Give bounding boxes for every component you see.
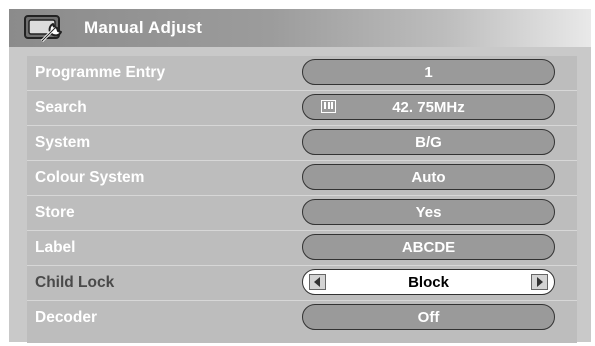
value-pill[interactable]: B/G [302, 129, 555, 155]
row-label: Colour System [35, 169, 145, 186]
row-value: Yes [415, 204, 442, 221]
value-pill[interactable]: Off [302, 304, 555, 330]
row-value: ABCDE [401, 239, 456, 256]
value-pill[interactable]: 42. 75MHz [302, 94, 555, 120]
right-arrow-icon[interactable] [531, 274, 548, 290]
row-system[interactable]: System B/G [27, 126, 577, 161]
row-child-lock[interactable]: Child Lock Block [27, 266, 577, 301]
row-label: Programme Entry [35, 64, 166, 81]
value-selector[interactable]: Block [302, 269, 555, 295]
page-title: Manual Adjust [84, 18, 203, 37]
settings-panel: Programme Entry 1 Search 42. 75MHz Syste… [27, 56, 577, 343]
row-value: Block [408, 274, 449, 291]
row-store[interactable]: Store Yes [27, 196, 577, 231]
osd-window: Manual Adjust Programme Entry 1 Search 4… [9, 9, 591, 343]
row-value: 1 [424, 64, 433, 81]
row-programme-entry[interactable]: Programme Entry 1 [27, 56, 577, 91]
tv-wrench-icon [24, 15, 62, 43]
value-pill[interactable]: ABCDE [302, 234, 555, 260]
value-pill[interactable]: Yes [302, 199, 555, 225]
row-colour-system[interactable]: Colour System Auto [27, 161, 577, 196]
row-label: Label [35, 239, 76, 256]
row-value: 42. 75MHz [392, 99, 465, 116]
title-bar: Manual Adjust [9, 9, 591, 47]
row-label: Decoder [35, 309, 98, 326]
row-decoder[interactable]: Decoder Off [27, 301, 577, 336]
row-label: Child Lock [35, 274, 115, 291]
value-pill[interactable]: 1 [302, 59, 555, 85]
row-value: Auto [411, 169, 446, 186]
row-label: System [35, 134, 91, 151]
row-label-name[interactable]: Label ABCDE [27, 231, 577, 266]
value-pill[interactable]: Auto [302, 164, 555, 190]
row-label: Store [35, 204, 75, 221]
row-search[interactable]: Search 42. 75MHz [27, 91, 577, 126]
row-value: Off [417, 309, 440, 326]
row-value: B/G [415, 134, 442, 151]
row-label: Search [35, 99, 87, 116]
